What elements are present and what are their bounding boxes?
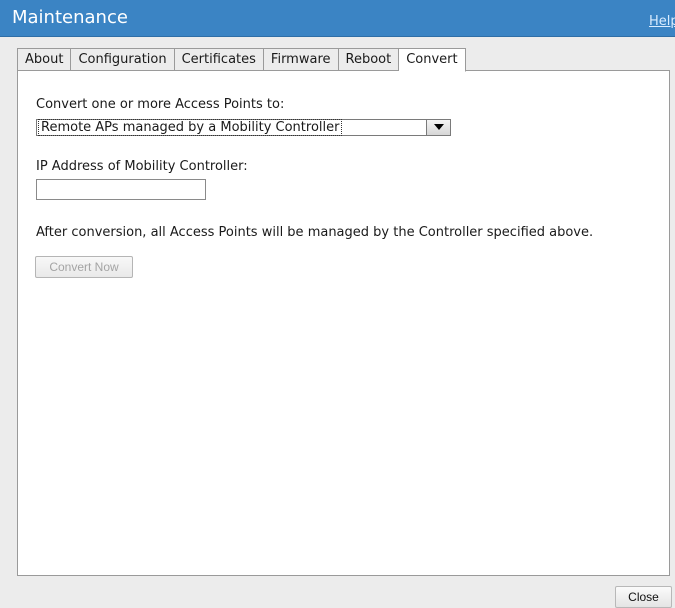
ip-address-input[interactable] <box>36 179 206 200</box>
chevron-down-icon <box>434 124 444 130</box>
tab-convert[interactable]: Convert <box>399 48 466 72</box>
convert-now-button[interactable]: Convert Now <box>35 256 133 278</box>
dropdown-button[interactable] <box>426 120 450 135</box>
close-button[interactable]: Close <box>615 586 672 608</box>
help-link[interactable]: Help <box>649 14 675 29</box>
window-titlebar: Maintenance Help <box>0 0 675 37</box>
tab-about[interactable]: About <box>17 48 72 71</box>
convert-mode-selected-value: Remote APs managed by a Mobility Control… <box>37 119 343 136</box>
convert-to-label: Convert one or more Access Points to: <box>36 97 285 112</box>
convert-mode-select[interactable]: Remote APs managed by a Mobility Control… <box>36 119 451 136</box>
tab-bar: About Configuration Certificates Firmwar… <box>17 48 466 72</box>
tab-configuration[interactable]: Configuration <box>71 48 175 71</box>
ip-address-label: IP Address of Mobility Controller: <box>36 159 248 174</box>
tab-content-panel <box>17 70 670 576</box>
window-title: Maintenance <box>12 7 128 28</box>
tab-firmware[interactable]: Firmware <box>263 48 339 71</box>
conversion-info-text: After conversion, all Access Points will… <box>36 225 594 240</box>
tab-reboot[interactable]: Reboot <box>338 48 400 71</box>
tab-certificates[interactable]: Certificates <box>174 48 264 71</box>
